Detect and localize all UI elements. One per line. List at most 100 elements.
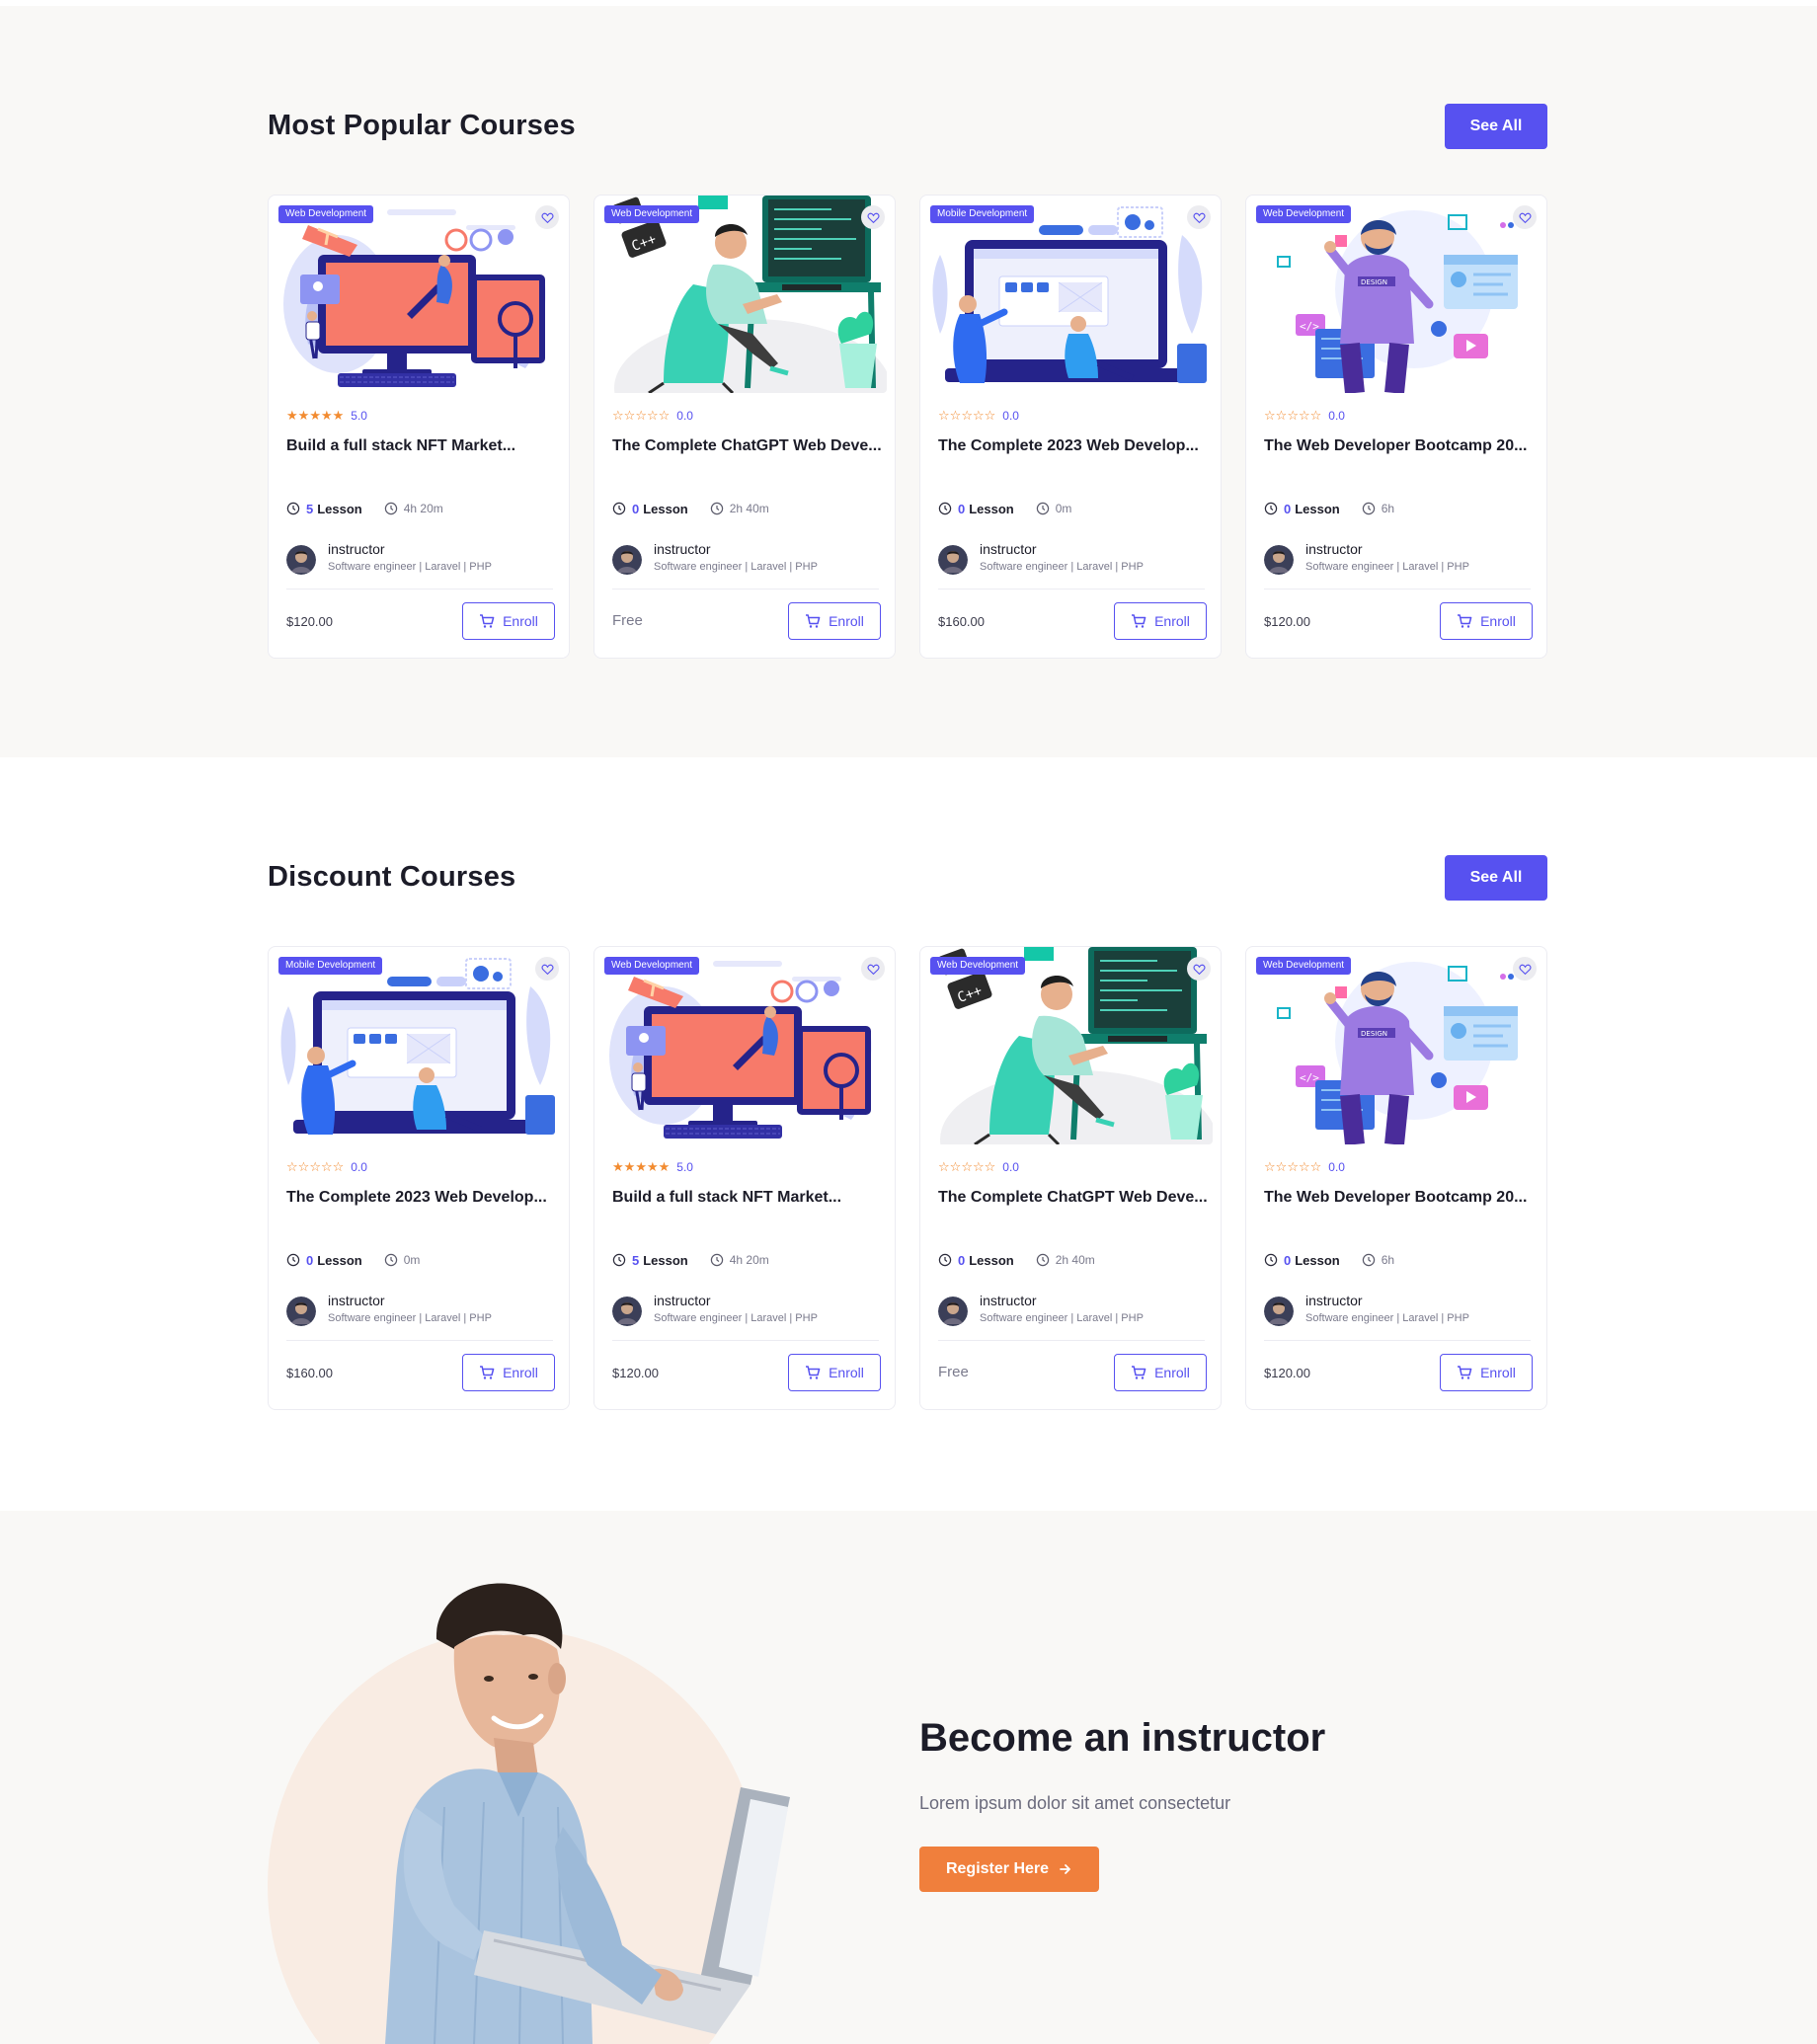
enroll-button[interactable]: Enroll xyxy=(1440,1354,1533,1391)
star-outline-icon: ☆ xyxy=(320,1159,333,1174)
see-all-button[interactable]: See All xyxy=(1445,104,1547,149)
avatar xyxy=(286,545,316,575)
duration: 4h 20m xyxy=(384,502,443,515)
course-thumbnail[interactable] xyxy=(604,947,887,1144)
star-outline-icon: ☆ xyxy=(1264,1159,1276,1174)
course-thumbnail[interactable] xyxy=(278,947,561,1144)
star-outline-icon: ☆ xyxy=(612,408,624,423)
course-title[interactable]: Build a full stack NFT Market... xyxy=(612,1186,883,1233)
divider xyxy=(1264,589,1531,590)
course-thumbnail[interactable]: C++ xyxy=(930,947,1213,1144)
wishlist-button[interactable] xyxy=(861,205,885,229)
course-title[interactable]: The Complete ChatGPT Web Deve... xyxy=(612,434,883,482)
instructor-photo xyxy=(385,1583,790,2044)
register-here-button[interactable]: Register Here xyxy=(919,1847,1099,1892)
rating: ★★★★★ 5.0 xyxy=(286,409,367,423)
star-outline-icon: ☆ xyxy=(938,1159,950,1174)
rating: ☆☆☆☆☆ 0.0 xyxy=(1264,1160,1345,1174)
wishlist-button[interactable] xyxy=(535,957,559,981)
cart-icon xyxy=(1458,614,1472,628)
course-thumbnail[interactable]: </> DESIGN xyxy=(1256,947,1539,1144)
enroll-button[interactable]: Enroll xyxy=(1440,602,1533,640)
heart-icon xyxy=(1192,964,1206,975)
course-card-4[interactable]: </> DESIGN Web Development ☆☆☆☆☆ 0.0 The… xyxy=(1245,195,1547,659)
rating: ☆☆☆☆☆ 0.0 xyxy=(938,409,1019,423)
course-title[interactable]: The Web Developer Bootcamp 20... xyxy=(1264,1186,1535,1233)
rating-value: 0.0 xyxy=(1328,1160,1345,1174)
course-card-1[interactable]: Mobile Development ☆☆☆☆☆ 0.0 The Complet… xyxy=(268,946,570,1410)
course-price: $120.00 xyxy=(1264,614,1310,629)
avatar xyxy=(1264,545,1294,575)
see-all-button[interactable]: See All xyxy=(1445,855,1547,901)
instructor-name[interactable]: instructor xyxy=(980,1293,1037,1308)
rating: ★★★★★ 5.0 xyxy=(612,1160,693,1174)
course-card-3[interactable]: C++ Web Development ☆☆☆☆☆ 0.0 The Comple… xyxy=(919,946,1222,1410)
cart-icon xyxy=(806,1366,821,1379)
course-thumbnail[interactable] xyxy=(930,196,1213,393)
rating-value: 0.0 xyxy=(351,1160,367,1174)
wishlist-button[interactable] xyxy=(1187,957,1211,981)
rating: ☆☆☆☆☆ 0.0 xyxy=(286,1160,367,1174)
course-thumbnail[interactable]: C++ xyxy=(604,196,887,393)
heart-icon xyxy=(866,964,880,975)
duration: 2h 40m xyxy=(1036,1253,1095,1267)
star-outline-icon: ☆ xyxy=(1309,1159,1322,1174)
wishlist-button[interactable] xyxy=(1187,205,1211,229)
course-card-2[interactable]: C++ Web Development ☆☆☆☆☆ 0.0 The Comple… xyxy=(593,195,896,659)
duration-value: 2h 40m xyxy=(1055,1253,1095,1267)
star-outline-icon: ☆ xyxy=(938,408,950,423)
instructor-name[interactable]: instructor xyxy=(654,541,711,557)
star-rating: ☆☆☆☆☆ xyxy=(286,1158,344,1176)
instructor-name[interactable]: instructor xyxy=(654,1293,711,1308)
wishlist-button[interactable] xyxy=(1513,205,1537,229)
star-filled-icon: ★ xyxy=(623,1159,636,1174)
enroll-button[interactable]: Enroll xyxy=(788,602,881,640)
course-title[interactable]: The Complete 2023 Web Develop... xyxy=(938,434,1209,482)
lesson-label: Lesson xyxy=(1295,501,1340,516)
course-title[interactable]: The Complete ChatGPT Web Deve... xyxy=(938,1186,1209,1233)
course-price: $160.00 xyxy=(938,614,985,629)
star-outline-icon: ☆ xyxy=(972,408,985,423)
course-thumbnail[interactable]: </> DESIGN xyxy=(1256,196,1539,393)
instructor-info: instructor Software engineer | Laravel |… xyxy=(1264,1293,1531,1328)
enroll-button[interactable]: Enroll xyxy=(788,1354,881,1391)
instructor-name[interactable]: instructor xyxy=(328,1293,385,1308)
wishlist-button[interactable] xyxy=(535,205,559,229)
divider xyxy=(612,589,879,590)
divider xyxy=(1264,1340,1531,1341)
course-card-2[interactable]: Web Development ★★★★★ 5.0 Build a full s… xyxy=(593,946,896,1410)
instructor-name[interactable]: instructor xyxy=(980,541,1037,557)
course-title[interactable]: Build a full stack NFT Market... xyxy=(286,434,557,482)
duration: 0m xyxy=(384,1253,420,1267)
course-thumbnail[interactable] xyxy=(278,196,561,393)
instructor-info: instructor Software engineer | Laravel |… xyxy=(938,1293,1205,1328)
course-meta: 0 Lesson 2h 40m xyxy=(938,1251,1095,1269)
course-card-1[interactable]: Web Development ★★★★★ 5.0 Build a full s… xyxy=(268,195,570,659)
lesson-count: 0 xyxy=(958,1252,966,1268)
enroll-button[interactable]: Enroll xyxy=(462,1354,555,1391)
instructor-role: Software engineer | Laravel | PHP xyxy=(1305,561,1469,573)
category-badge: Web Development xyxy=(604,205,700,223)
instructor-info: instructor Software engineer | Laravel |… xyxy=(612,541,879,577)
instructor-name[interactable]: instructor xyxy=(328,541,385,557)
nft-monitor-illustration xyxy=(278,196,561,393)
enroll-button[interactable]: Enroll xyxy=(1114,602,1207,640)
course-title[interactable]: The Web Developer Bootcamp 20... xyxy=(1264,434,1535,482)
coder-desk-illustration: C++ xyxy=(930,947,1213,1144)
wishlist-button[interactable] xyxy=(1513,957,1537,981)
instructor-name[interactable]: instructor xyxy=(1305,541,1363,557)
become-instructor-title: Become an instructor xyxy=(919,1716,1326,1760)
instructor-name[interactable]: instructor xyxy=(1305,1293,1363,1308)
course-card-3[interactable]: Mobile Development ☆☆☆☆☆ 0.0 The Complet… xyxy=(919,195,1222,659)
course-title[interactable]: The Complete 2023 Web Develop... xyxy=(286,1186,557,1233)
heart-icon xyxy=(540,964,554,975)
enroll-button[interactable]: Enroll xyxy=(462,602,555,640)
course-card-4[interactable]: </> DESIGN Web Development ☆☆☆☆☆ 0.0 The… xyxy=(1245,946,1547,1410)
duration: 4h 20m xyxy=(710,1253,769,1267)
star-rating: ☆☆☆☆☆ xyxy=(1264,1158,1321,1176)
avatar xyxy=(938,545,968,575)
enroll-button[interactable]: Enroll xyxy=(1114,1354,1207,1391)
wishlist-button[interactable] xyxy=(861,957,885,981)
avatar xyxy=(1264,1297,1294,1326)
lesson-label: Lesson xyxy=(1295,1252,1340,1268)
